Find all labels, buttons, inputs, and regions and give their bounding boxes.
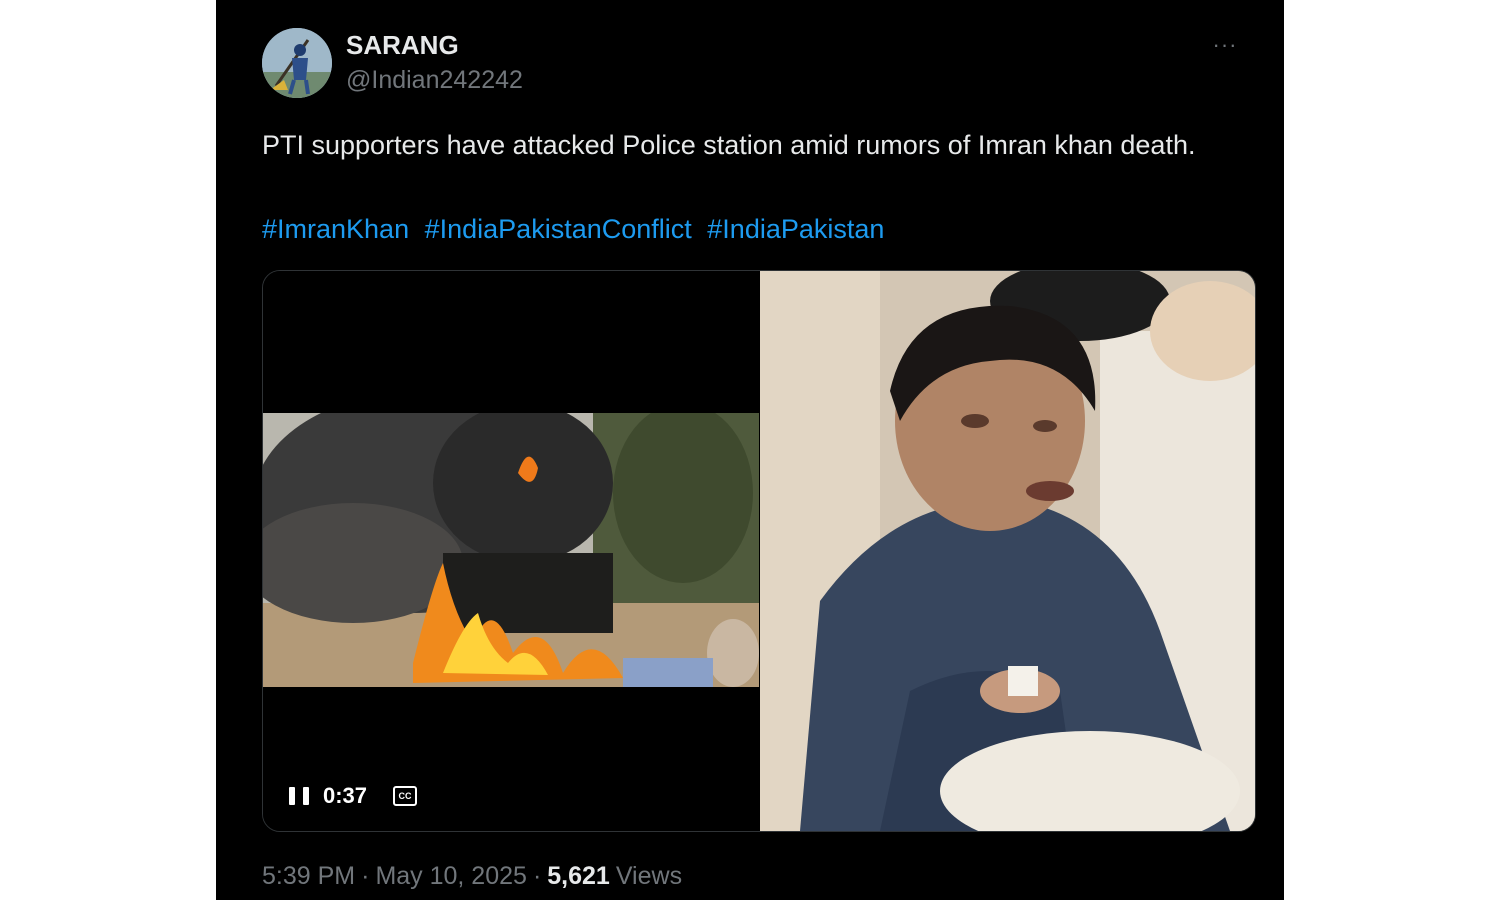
video-frame	[263, 413, 759, 687]
views-count: 5,621	[547, 862, 610, 890]
hashtag-list: #ImranKhan #IndiaPakistanConflict #India…	[262, 208, 892, 250]
hashtag-link[interactable]: #ImranKhan	[262, 214, 409, 244]
video-player[interactable]: 0:37 CC	[263, 271, 759, 831]
separator: ·	[532, 862, 542, 890]
user-handle[interactable]: @Indian242242	[346, 66, 523, 95]
video-time: 0:37	[323, 783, 368, 808]
separator: ·	[361, 862, 370, 890]
post-time[interactable]: 5:39 PM	[262, 862, 355, 890]
hashtag-link[interactable]: #IndiaPakistanConflict	[425, 214, 692, 244]
hashtag-link[interactable]: #IndiaPakistan	[707, 214, 884, 244]
display-name[interactable]: SARANG	[346, 30, 459, 61]
photo-image[interactable]	[760, 271, 1255, 831]
tweet-text: PTI supporters have attacked Police stat…	[262, 130, 1196, 160]
tweet-card: SARANG @Indian242242 ··· PTI supporters …	[216, 0, 1284, 900]
views-label: Views	[615, 862, 683, 890]
captions-icon[interactable]: CC	[393, 786, 418, 806]
avatar[interactable]	[262, 28, 332, 98]
tweet-meta: 5:39 PM · May 10, 2025 · 5,621 Views	[262, 862, 682, 891]
media-container: 0:37 CC	[262, 270, 1256, 832]
post-date[interactable]: May 10, 2025	[375, 862, 527, 890]
pause-icon[interactable]	[289, 785, 309, 807]
fire-scene-image	[263, 413, 759, 687]
man-photo-image	[760, 271, 1255, 831]
more-options-button[interactable]: ···	[1210, 30, 1240, 60]
avatar-image	[262, 28, 332, 98]
video-controls: 0:37 CC	[289, 783, 418, 809]
